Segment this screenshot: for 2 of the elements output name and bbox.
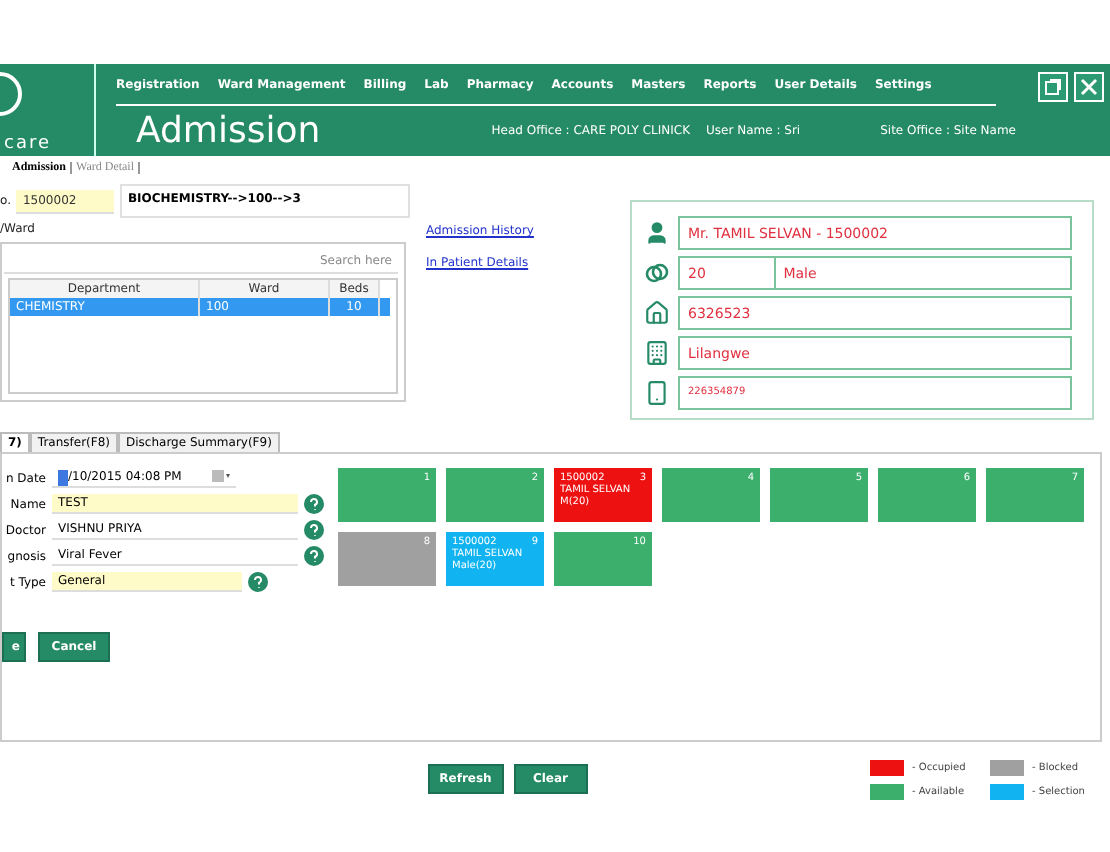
page-title: Admission — [134, 110, 323, 152]
logo-text: care — [2, 134, 54, 154]
